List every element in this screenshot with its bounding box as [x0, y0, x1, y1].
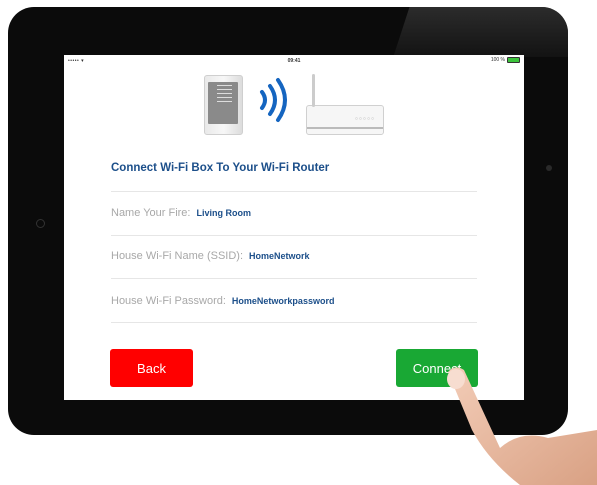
camera-icon — [546, 165, 552, 171]
status-time: 09:41 — [287, 58, 301, 64]
field-ssid[interactable]: House Wi-Fi Name (SSID): HomeNetwork — [111, 250, 477, 262]
status-bar: ••••• ▾ 09:41 100 % — [64, 55, 524, 66]
field-label: House Wi-Fi Password: — [111, 295, 226, 307]
divider — [111, 322, 477, 323]
back-button[interactable]: Back — [110, 349, 193, 387]
tablet-frame: ••••• ▾ 09:41 100 % ○○○○○ Connect Wi-Fi … — [8, 7, 568, 435]
battery-level — [508, 58, 519, 62]
divider — [111, 235, 477, 236]
wifi-box-icon — [204, 75, 243, 135]
divider — [111, 191, 477, 192]
connect-button[interactable]: Connect — [396, 349, 478, 387]
router-icon: ○○○○○ — [306, 74, 384, 135]
battery-icon — [507, 57, 520, 63]
page-title: Connect Wi-Fi Box To Your Wi-Fi Router — [111, 162, 330, 174]
field-label: Name Your Fire: — [111, 207, 191, 219]
tablet-glare — [393, 7, 568, 57]
home-button[interactable] — [36, 219, 45, 228]
battery-text: 100 % — [490, 57, 505, 63]
battery-status: 100 % — [491, 57, 520, 63]
ssid-value[interactable]: HomeNetwork — [249, 251, 310, 261]
fire-name-value[interactable]: Living Room — [196, 208, 251, 218]
field-password[interactable]: House Wi-Fi Password: HomeNetworkpasswor… — [111, 295, 477, 307]
password-value[interactable]: HomeNetworkpassword — [232, 296, 335, 306]
wifi-waves-icon — [260, 78, 287, 122]
app-screen: ••••• ▾ 09:41 100 % ○○○○○ Connect Wi-Fi … — [64, 55, 524, 400]
field-fire-name[interactable]: Name Your Fire: Living Room — [111, 207, 477, 219]
field-label: House Wi-Fi Name (SSID): — [111, 250, 244, 262]
divider — [111, 278, 477, 279]
